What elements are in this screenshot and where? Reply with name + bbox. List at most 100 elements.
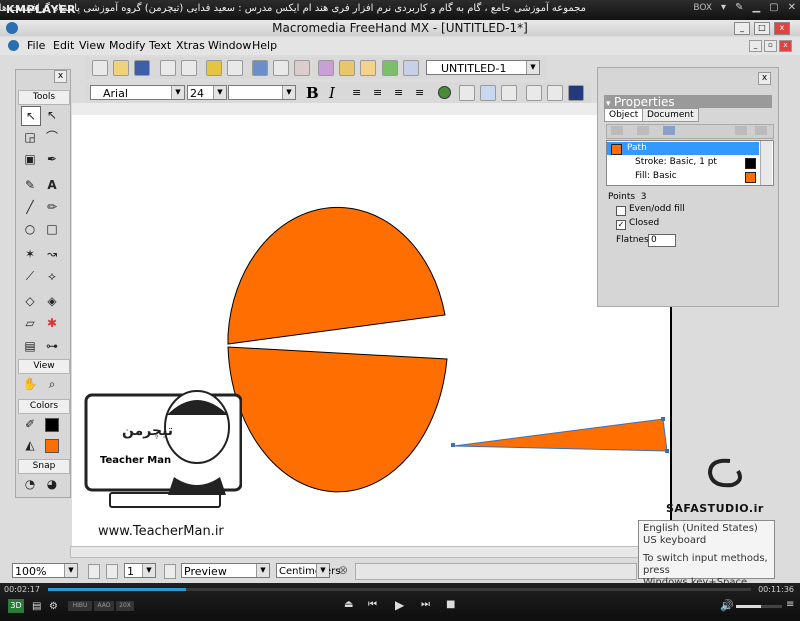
stroke-swatch[interactable] [45, 418, 59, 432]
properties-close-button[interactable]: x [758, 72, 771, 85]
menu-file[interactable]: File [27, 39, 45, 52]
play-icon[interactable]: ▶ [395, 598, 404, 612]
new-icon[interactable] [92, 60, 108, 76]
playlist-icon[interactable]: ▤ [32, 601, 41, 612]
snap-to-grid-icon[interactable]: ◕ [43, 475, 61, 493]
pen-tool-icon[interactable]: ✎ [21, 176, 39, 194]
font-select[interactable]: Arial ▼ [90, 85, 185, 100]
text-wrap-icon[interactable] [547, 85, 563, 101]
save-icon[interactable] [134, 60, 150, 76]
snap-to-point-icon[interactable]: ◔ [21, 475, 39, 493]
list-item-stroke[interactable]: Stroke: Basic, 1 pt [607, 156, 759, 169]
duplicate-icon[interactable] [735, 126, 747, 135]
trace-tool-icon[interactable]: ⟡ [43, 267, 61, 285]
subselect-tool-icon[interactable]: ↖ [43, 106, 61, 124]
closed-checkbox[interactable]: ✓ [616, 220, 626, 230]
maximize-button[interactable]: □ [754, 22, 770, 35]
menu-window[interactable]: Window [208, 39, 251, 52]
align-center-icon[interactable]: ≡ [373, 86, 382, 99]
anchor-point[interactable] [665, 449, 669, 453]
evenodd-checkbox[interactable] [616, 206, 626, 216]
ellipse-tool-icon[interactable]: ○ [21, 220, 39, 238]
symbols-icon[interactable] [318, 60, 334, 76]
zoom-select[interactable]: 100% ▼ [12, 563, 78, 578]
anchor-point[interactable] [451, 443, 455, 447]
graphic-hose-tool-icon[interactable]: ✱ [43, 314, 61, 332]
seek-bar[interactable] [48, 588, 751, 591]
swatches-icon[interactable] [382, 60, 398, 76]
page-tool-icon[interactable]: ▣ [21, 150, 39, 168]
import-icon[interactable] [160, 60, 176, 76]
spiral-tool-icon[interactable]: ✶ [21, 245, 39, 263]
list-item-fill[interactable]: Fill: Basic [607, 170, 759, 183]
align-left-icon[interactable]: ≡ [352, 86, 361, 99]
align-icon[interactable] [252, 60, 268, 76]
lock-icon[interactable] [206, 60, 222, 76]
menu-help[interactable]: Help [252, 39, 277, 52]
menu-view[interactable]: View [79, 39, 105, 52]
next-icon[interactable]: ⏭ [421, 599, 430, 610]
library-icon[interactable] [339, 60, 355, 76]
doc-close-button[interactable]: x [779, 40, 792, 52]
tab-object[interactable]: Object [604, 108, 644, 122]
text-editor-icon[interactable] [294, 60, 310, 76]
skew-tool-icon[interactable]: ▱ [21, 314, 39, 332]
add-fill-icon[interactable] [637, 126, 649, 135]
add-stroke-icon[interactable] [611, 126, 623, 135]
maximize-icon[interactable]: ▢ [769, 2, 778, 13]
top-ellipse-segment[interactable] [227, 206, 446, 345]
page-select[interactable]: 1 ▼ [124, 563, 156, 578]
flatness-field[interactable]: 0 [648, 234, 676, 247]
hibu-button[interactable]: HIBU [68, 601, 92, 611]
paragraph-icon[interactable] [568, 85, 584, 101]
style-select[interactable]: ▼ [228, 85, 296, 100]
transform-icon[interactable] [273, 60, 289, 76]
stroke-color-icon[interactable]: ✐ [21, 415, 39, 433]
fill-color-icon[interactable]: ◭ [21, 436, 39, 454]
menu-edit[interactable]: Edit [53, 39, 74, 52]
selected-triangle-path[interactable] [453, 418, 668, 452]
previous-icon[interactable]: ⏮ [368, 599, 377, 610]
minimize-button[interactable]: _ [734, 22, 750, 35]
blend-tool-icon[interactable]: ◈ [43, 292, 61, 310]
tab-document[interactable]: Document [642, 108, 699, 122]
layers-icon[interactable] [403, 60, 419, 76]
mode-3d-button[interactable]: 3D [8, 599, 24, 613]
color-mixer-icon[interactable] [360, 60, 376, 76]
text-tool-icon[interactable]: A [43, 176, 61, 194]
open-icon[interactable] [113, 60, 129, 76]
align-right-icon[interactable]: ≡ [394, 86, 403, 99]
minimize-icon[interactable]: ▁ [752, 2, 760, 13]
line-tool-icon[interactable]: ╱ [21, 198, 39, 216]
eyedropper-tool-icon[interactable]: ✒ [43, 150, 61, 168]
volume-slider[interactable] [736, 605, 782, 608]
bold-button[interactable]: B [306, 84, 319, 102]
chart-tool-icon[interactable]: ▤ [21, 337, 39, 355]
connector-tool-icon[interactable]: ⊶ [43, 337, 61, 355]
zoom-tool-icon[interactable]: ⌕ [43, 375, 61, 393]
menu-xtras[interactable]: Xtras [176, 39, 205, 52]
doc-restore-button[interactable]: ▫ [764, 40, 777, 52]
settings-gear-icon[interactable]: ⚙ [49, 601, 58, 612]
aao-button[interactable]: AAO [94, 601, 114, 611]
equalizer-icon[interactable]: ≡ [786, 599, 794, 610]
box-label[interactable]: BOX [693, 3, 712, 13]
rectangle-tool-icon[interactable]: □ [43, 220, 61, 238]
export-icon[interactable] [181, 60, 197, 76]
drawing-canvas[interactable]: تیچرمن Teacher Man www.TeacherMan.ir SAF… [72, 115, 763, 547]
cancel-render-icon[interactable]: ⊗ [338, 563, 348, 577]
attach-to-path-icon[interactable] [459, 85, 475, 101]
list-scrollbar[interactable] [760, 141, 772, 185]
units-select[interactable]: Centimeters ▼ [276, 563, 340, 578]
doc-minimize-button[interactable]: _ [749, 40, 762, 52]
convert-to-paths-icon[interactable] [501, 85, 517, 101]
italic-button[interactable]: I [329, 84, 335, 102]
scale-tool-icon[interactable]: ◲ [21, 128, 39, 146]
horizontal-scrollbar[interactable] [70, 546, 672, 558]
document-select[interactable]: UNTITLED-1 ▼ [426, 60, 540, 75]
flow-inside-path-icon[interactable] [480, 85, 496, 101]
perspective-tool-icon[interactable]: ◇ [21, 292, 39, 310]
close-icon[interactable]: ✕ [788, 2, 796, 13]
justify-icon[interactable]: ≡ [415, 86, 424, 99]
menu-icon[interactable]: ▾ [721, 2, 726, 13]
